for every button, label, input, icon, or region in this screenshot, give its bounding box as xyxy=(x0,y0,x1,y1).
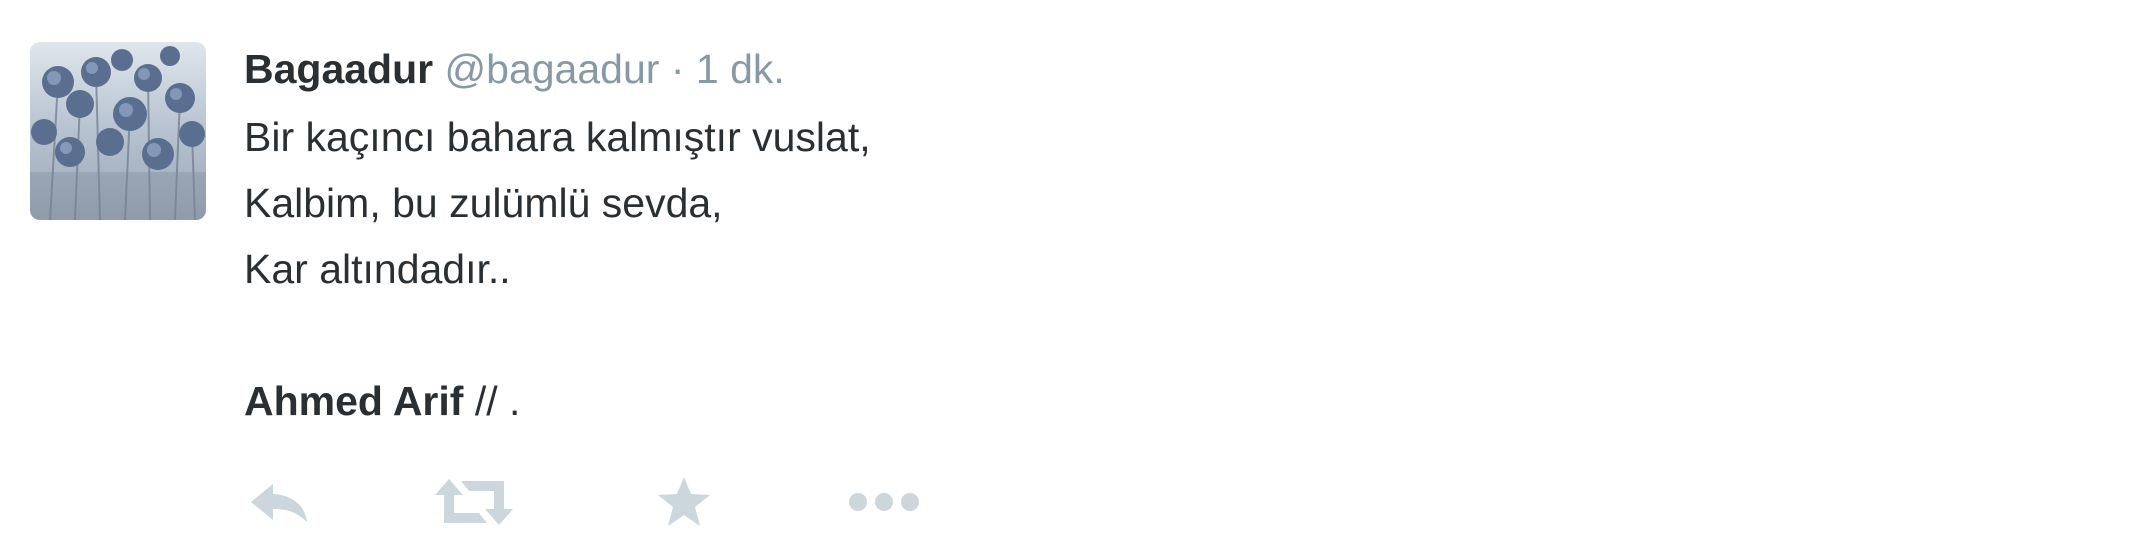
tweet-text-line: Kar altındadır.. xyxy=(244,246,511,292)
user-fullname[interactable]: Bagaadur xyxy=(244,46,433,92)
tweet-timestamp[interactable]: 1 dk. xyxy=(696,46,785,92)
avatar[interactable] xyxy=(30,42,206,220)
tweet-signature-rest: // . xyxy=(463,378,521,424)
tweet-header: Bagaadur @bagaadur · 1 dk. xyxy=(244,40,2044,98)
tweet-signature-line: Ahmed Arif // . xyxy=(244,368,2044,434)
more-dots-icon xyxy=(849,493,919,511)
retweet-button[interactable] xyxy=(434,472,514,532)
tweet-text: Bir kaçıncı bahara kalmıştır vuslat, Kal… xyxy=(244,104,2044,434)
favorite-button[interactable] xyxy=(654,472,714,532)
tweet-text-line: Kalbim, bu zulümlü sevda, xyxy=(244,180,723,226)
user-username[interactable]: @bagaadur xyxy=(445,46,660,92)
more-button[interactable] xyxy=(844,472,924,532)
favorite-star-icon xyxy=(658,477,710,526)
reply-icon xyxy=(251,484,307,522)
retweet-icon xyxy=(435,479,513,525)
tweet-signature-bold: Ahmed Arif xyxy=(244,378,464,424)
header-separator: · xyxy=(670,46,685,92)
tweet-content: Bagaadur @bagaadur · 1 dk. Bir kaçıncı b… xyxy=(244,40,2044,434)
tweet: Bagaadur @bagaadur · 1 dk. Bir kaçıncı b… xyxy=(0,0,2150,555)
avatar-image xyxy=(30,42,206,220)
tweet-text-line: Bir kaçıncı bahara kalmıştır vuslat, xyxy=(244,114,871,160)
reply-button[interactable] xyxy=(244,472,314,532)
tweet-actions xyxy=(244,472,1044,532)
